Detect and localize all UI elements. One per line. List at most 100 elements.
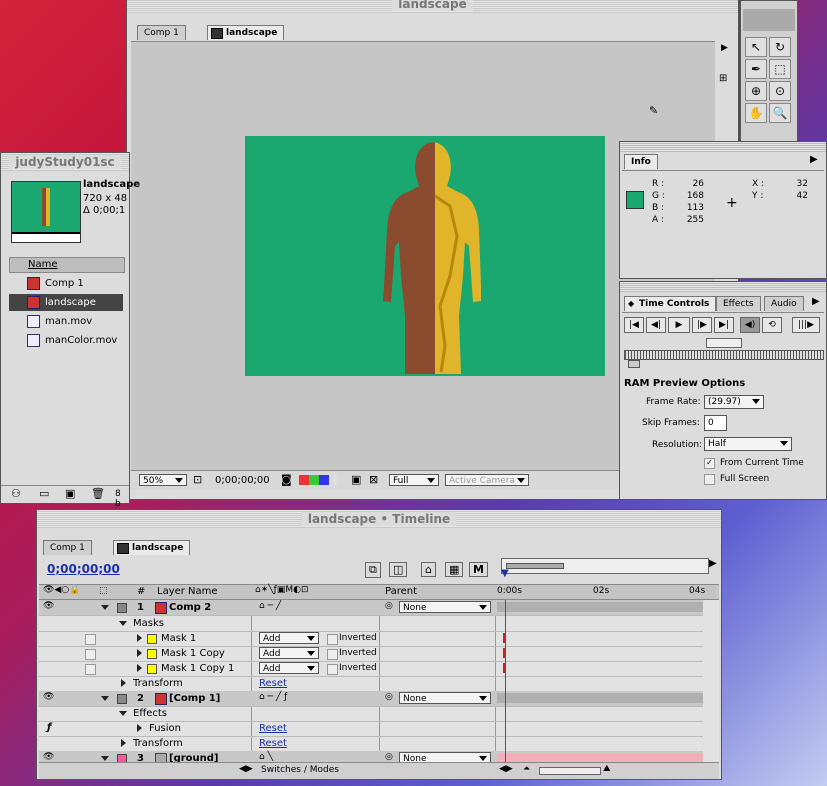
mask-row[interactable]: Mask 1 Copy Add Inverted [39,646,703,662]
panel-menu-icon[interactable]: ▶ [810,154,818,165]
layer-row-ground[interactable]: 👁 3 [ground] ⌂ ╲ ◎ None [39,751,703,762]
shuttle-knob[interactable] [628,360,640,368]
flowchart-icon[interactable]: ⊞ [719,73,727,84]
switches-toggle-icon[interactable]: ◀▶ [239,764,253,774]
ram-preview-icon[interactable]: |||▶ [792,317,820,333]
playhead-line[interactable] [505,600,506,762]
expand-triangle-icon[interactable] [101,605,109,610]
tab-landscape[interactable]: landscape [207,25,285,40]
switches[interactable]: ⌂ ─ ╱ ƒ [259,692,287,702]
comp-timecode[interactable]: 0;00;00;00 [215,475,270,486]
list-item-selected[interactable]: landscape [9,294,123,311]
timeline-timecode[interactable]: 0;00;00;00 [47,562,120,576]
label-color[interactable] [117,603,127,613]
switches-modes-toggle[interactable]: Switches / Modes [261,765,339,775]
switches[interactable]: ⌂ ╲ [259,752,273,762]
tab-comp-1[interactable]: Comp 1 [43,540,92,555]
expand-triangle-icon[interactable] [137,634,142,642]
tab-time-controls[interactable]: ◆ Time Controls [624,296,717,311]
mask-name[interactable]: Mask 1 [161,633,196,644]
reset-link[interactable]: Reset [259,678,287,689]
mask-name[interactable]: Mask 1 Copy [161,648,225,659]
comp-panel-menu-arrow-icon[interactable]: ▶ [721,43,728,53]
mask-color[interactable] [147,649,157,659]
audio-icon[interactable]: ◀) [740,317,760,333]
expand-triangle-icon[interactable] [121,739,126,747]
expand-triangle-icon[interactable] [137,649,142,657]
parent-select[interactable]: None [399,752,491,762]
safe-zones-icon[interactable]: ⊡ [193,473,202,486]
expand-triangle-icon[interactable] [119,621,127,626]
pen-tool-icon[interactable]: ✒ [745,59,767,79]
expand-triangle-icon[interactable] [121,679,126,687]
parent-select[interactable]: None [399,601,491,613]
expand-triangle-icon[interactable] [101,756,109,761]
pan-behind-tool-icon[interactable]: ⊕ [745,81,767,101]
current-time-indicator-icon[interactable]: ▼ [501,568,509,579]
parent-select[interactable]: None [399,692,491,704]
new-comp-icon[interactable]: ▣ [65,487,75,500]
time-controls-titlebar[interactable] [620,282,826,292]
zoom-out-icon[interactable]: ⏶ [523,764,530,774]
skip-frames-input[interactable]: 0 [704,415,727,431]
find-icon[interactable]: ⚇ [11,487,21,500]
zoom-in-icon[interactable]: ⛰ [603,764,611,774]
parent-header[interactable]: Parent [385,586,417,597]
reset-link[interactable]: Reset [259,738,287,749]
lock-checkbox[interactable] [85,634,96,645]
lock-checkbox[interactable] [85,664,96,675]
loop-icon[interactable]: ⟲ [762,317,782,333]
number-column-header[interactable]: # [137,586,145,597]
prev-frame-icon[interactable]: ◀| [646,317,666,333]
transform-row[interactable]: Transform Reset [39,736,703,752]
comp-flowchart-icon[interactable]: ⧉ [365,562,381,578]
tab-info[interactable]: Info [624,154,658,169]
jog-control[interactable] [706,338,742,348]
layer-duration-bar[interactable] [497,693,703,703]
expand-triangle-icon[interactable] [101,696,109,701]
hand-tool-icon[interactable]: ✋ [745,103,767,123]
trash-icon[interactable]: 🗑 [91,487,105,500]
work-area-bar[interactable] [506,563,564,569]
new-folder-icon[interactable]: ▭ [39,487,49,500]
layer-duration-bar[interactable] [497,602,703,612]
motion-blur-icon[interactable]: M [469,562,488,577]
selection-tool-icon[interactable]: ↖ [745,37,767,57]
effects-group-row[interactable]: Effects [39,706,703,722]
frame-blending-icon[interactable]: ▦ [445,562,464,577]
label-column-icon[interactable]: ⬚ [99,586,108,596]
mask-tool-icon[interactable]: ⬚ [769,59,791,79]
resolution-select[interactable]: Half [704,437,792,451]
navigator-arrow-icon[interactable]: ▶ [709,558,717,569]
live-update-icon[interactable]: ◫ [389,562,408,577]
zoom-tool-icon[interactable]: 🔍 [769,103,791,123]
eye-icon[interactable]: 👁 [43,601,54,611]
tab-effects[interactable]: Effects [716,296,761,311]
effect-row-fusion[interactable]: ƒ Fusion Reset [39,721,703,737]
av-features-icon[interactable]: 👁◀○🔒 [43,585,80,595]
mask-mode-select[interactable]: Add [259,647,319,659]
mask-row[interactable]: Mask 1 Copy 1 Add Inverted [39,661,703,677]
layer-row-comp-1[interactable]: 👁 2 [Comp 1] ⌂ ─ ╱ ƒ ◎ None [39,691,703,707]
reset-link[interactable]: Reset [259,723,287,734]
mask-name[interactable]: Mask 1 Copy 1 [161,663,234,674]
first-frame-icon[interactable]: |◀ [624,317,644,333]
inverted-checkbox[interactable] [327,649,338,660]
channels-icon[interactable] [299,475,339,485]
scroll-arrows-icon[interactable]: ◀▶ [499,764,513,774]
comp-window-titlebar[interactable]: landscape [127,0,738,13]
info-panel-titlebar[interactable] [620,142,826,152]
effect-switch-icon[interactable]: ƒ [47,722,51,733]
transparency-icon[interactable]: ⊠ [369,473,378,486]
layer-name-header[interactable]: Layer Name [157,586,218,597]
expand-triangle-icon[interactable] [137,664,142,672]
timeline-titlebar[interactable]: landscape • Timeline [37,510,721,528]
project-titlebar[interactable]: judyStudy01sc [1,153,129,171]
label-color[interactable] [117,754,127,762]
snapshot-icon[interactable]: ◙ [281,473,292,486]
frame-rate-select[interactable]: (29.97) [704,395,764,409]
shy-layers-icon[interactable]: ⌂ [421,562,436,577]
pick-whip-icon[interactable]: ◎ [385,601,393,611]
switches-icon[interactable]: ⌂✶╲ƒ▣M◐⊡ [255,585,309,595]
layer-name[interactable]: [Comp 1] [169,693,220,704]
